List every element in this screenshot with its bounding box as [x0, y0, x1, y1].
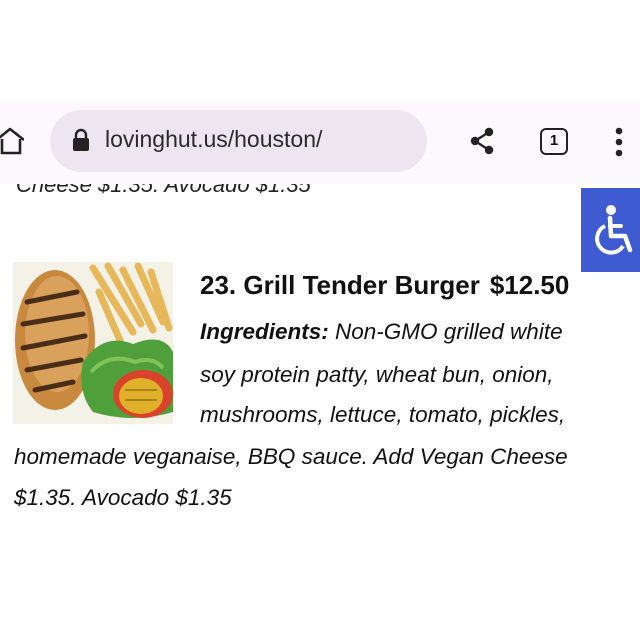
ingredients-line-1: Ingredients: Non-GMO grilled white [200, 319, 563, 345]
accessibility-icon [595, 205, 633, 255]
more-vert-icon[interactable] [610, 126, 628, 158]
ingredients-line-4: homemade veganaise, BBQ sauce. Add Vegan… [14, 444, 568, 469]
accessibility-button[interactable] [581, 188, 640, 272]
url-text[interactable]: lovinghut.us/houston/ [105, 126, 322, 153]
home-icon[interactable] [0, 126, 24, 156]
item-name: 23. Grill Tender Burger [200, 270, 480, 300]
share-icon[interactable] [468, 126, 496, 156]
menu-item-title: 23. Grill Tender Burger $12.50 [200, 270, 569, 301]
previous-item-clipped: Cheese $1.35. Avocado $1.35 [0, 184, 640, 200]
tab-switcher-button[interactable]: 1 [540, 128, 568, 155]
ingredients-label: Ingredients: [200, 319, 329, 344]
tab-count: 1 [549, 132, 559, 149]
item-price: $12.50 [489, 270, 570, 300]
burger-photo [13, 262, 173, 424]
ingredients-line-5: $1.35. Avocado $1.35 [14, 485, 232, 510]
previous-item-text: Cheese $1.35. Avocado $1.35 [16, 184, 311, 197]
ingredients-line-3: mushrooms, lettuce, tomato, pickles, [200, 402, 566, 427]
lock-icon [73, 128, 89, 151]
ingredients-line-2: soy protein patty, wheat bun, onion, [200, 362, 554, 387]
ingredients-text-1: Non-GMO grilled white [328, 319, 563, 344]
